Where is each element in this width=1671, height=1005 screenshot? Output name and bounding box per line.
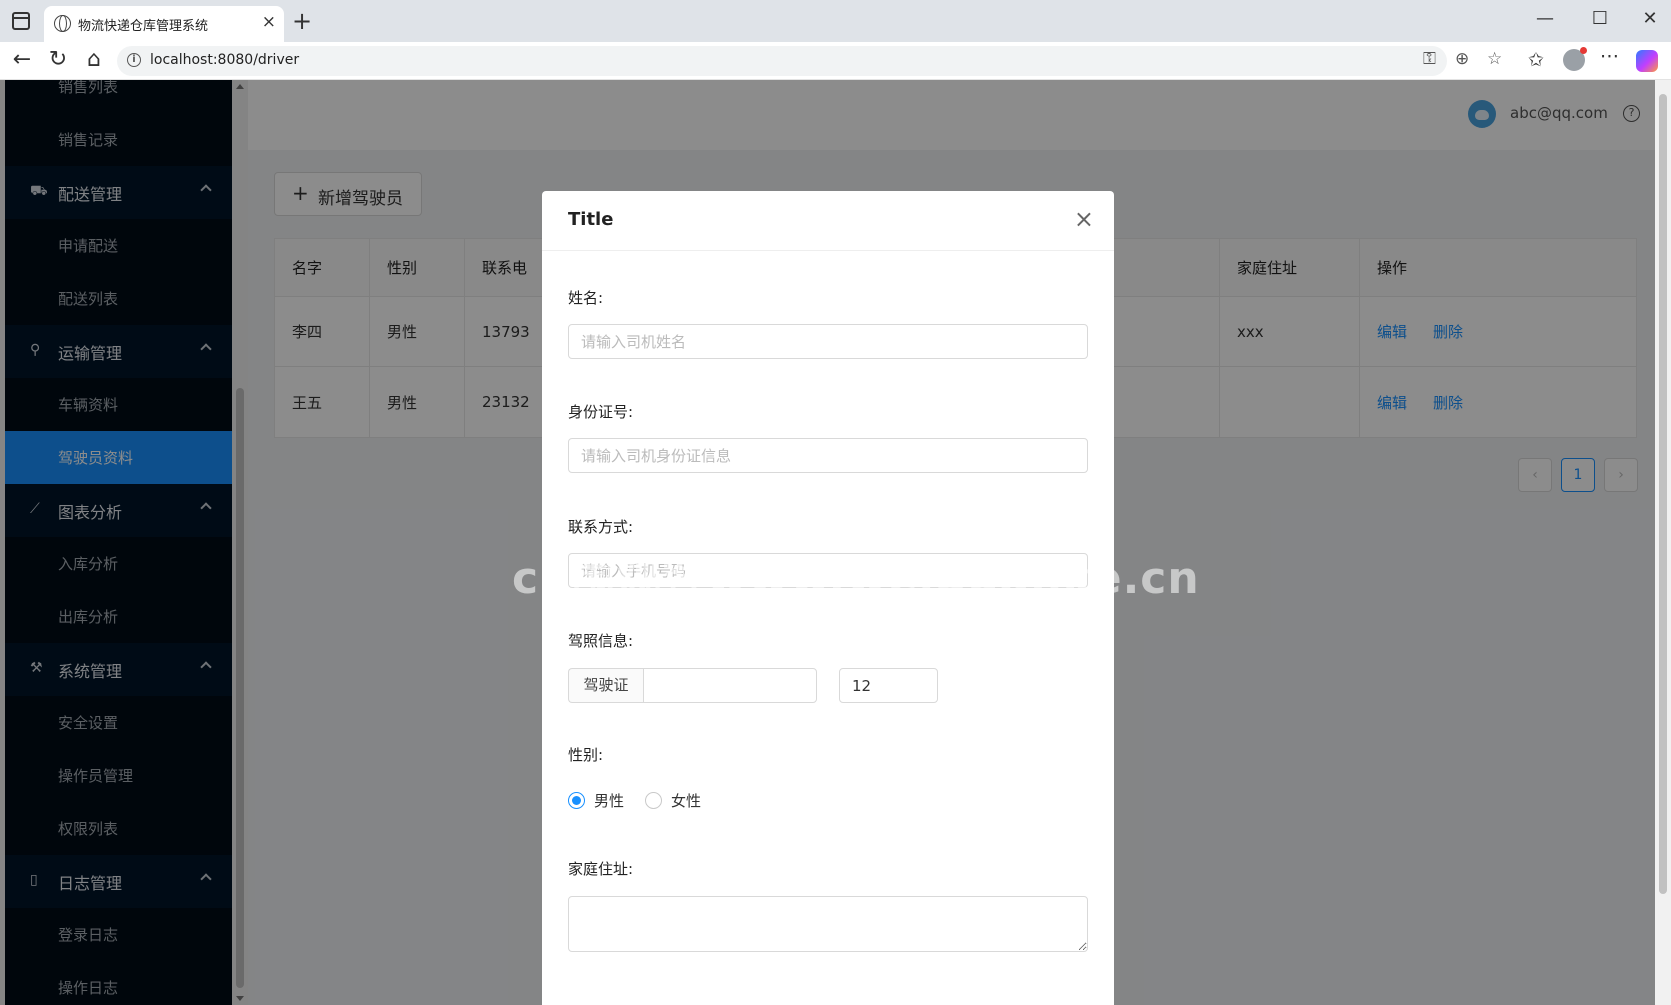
license-addon: 驾驶证 <box>568 668 643 703</box>
minimize-icon[interactable]: — <box>1530 8 1560 29</box>
favorite-star-icon[interactable]: ☆ <box>1487 49 1502 69</box>
gender-female-radio[interactable] <box>645 792 662 809</box>
gender-female-label[interactable]: 女性 <box>671 790 701 811</box>
site-info-icon[interactable]: i <box>127 53 141 67</box>
reload-icon[interactable]: ↻ <box>44 47 72 72</box>
watermark-text: cn围观客www.weiguanke.cn <box>512 553 1200 604</box>
address-toolbar: ← ↻ ⌂ i localhost:8080/driver ⚿ ⊕ ☆ ✩ ⋯ <box>0 42 1671 80</box>
name-label: 姓名: <box>568 289 604 307</box>
key-icon[interactable]: ⚿ <box>1423 49 1436 69</box>
close-tab-icon[interactable]: × <box>262 12 276 32</box>
gender-male-radio[interactable] <box>568 792 585 809</box>
browser-tabbar: 物流快递仓库管理系统 × + — ☐ ✕ <box>0 0 1671 42</box>
gender-male-label[interactable]: 男性 <box>594 790 624 811</box>
tab-actions-icon[interactable] <box>12 12 30 30</box>
maximize-icon[interactable]: ☐ <box>1585 8 1615 29</box>
id-label: 身份证号: <box>568 403 634 421</box>
browser-tab[interactable]: 物流快递仓库管理系统 × <box>44 6 284 42</box>
contact-label: 联系方式: <box>568 518 634 536</box>
page-scrollbar[interactable] <box>1655 80 1671 1005</box>
modal-title: Title <box>568 209 614 230</box>
address-textarea[interactable] <box>568 896 1088 952</box>
license-label: 驾照信息: <box>568 632 634 650</box>
license-input[interactable] <box>643 668 817 703</box>
gender-label: 性别: <box>568 746 604 764</box>
license-number-input[interactable] <box>839 668 938 703</box>
address-label: 家庭住址: <box>568 860 634 878</box>
tab-title: 物流快递仓库管理系统 <box>78 19 209 34</box>
close-icon[interactable]: × <box>1074 205 1094 233</box>
more-options-icon[interactable]: ⋯ <box>1600 45 1619 67</box>
page-viewport: 销售列表 销售记录 ⛟ 配送管理 申请配送 配送列表 ⚲ 运输管理 车辆资料 驾驶员资料 ⟋ 图表分析… <box>0 80 1671 1005</box>
page-scroll-thumb[interactable] <box>1659 94 1667 894</box>
url-text[interactable]: localhost:8080/driver <box>150 52 299 68</box>
window-close-icon[interactable]: ✕ <box>1635 8 1665 29</box>
url-bar[interactable]: i localhost:8080/driver ⚿ ⊕ ☆ <box>117 46 1502 76</box>
home-icon[interactable]: ⌂ <box>80 47 108 72</box>
back-icon[interactable]: ← <box>8 47 36 72</box>
favorites-icon[interactable]: ✩ <box>1528 49 1544 71</box>
globe-icon <box>54 15 71 32</box>
copilot-icon[interactable] <box>1636 50 1658 72</box>
id-input[interactable] <box>568 438 1088 473</box>
modal-header: Title × <box>542 191 1114 251</box>
name-input[interactable] <box>568 324 1088 359</box>
zoom-icon[interactable]: ⊕ <box>1455 49 1469 69</box>
new-tab-icon[interactable]: + <box>292 7 312 35</box>
profile-avatar[interactable] <box>1563 47 1587 71</box>
